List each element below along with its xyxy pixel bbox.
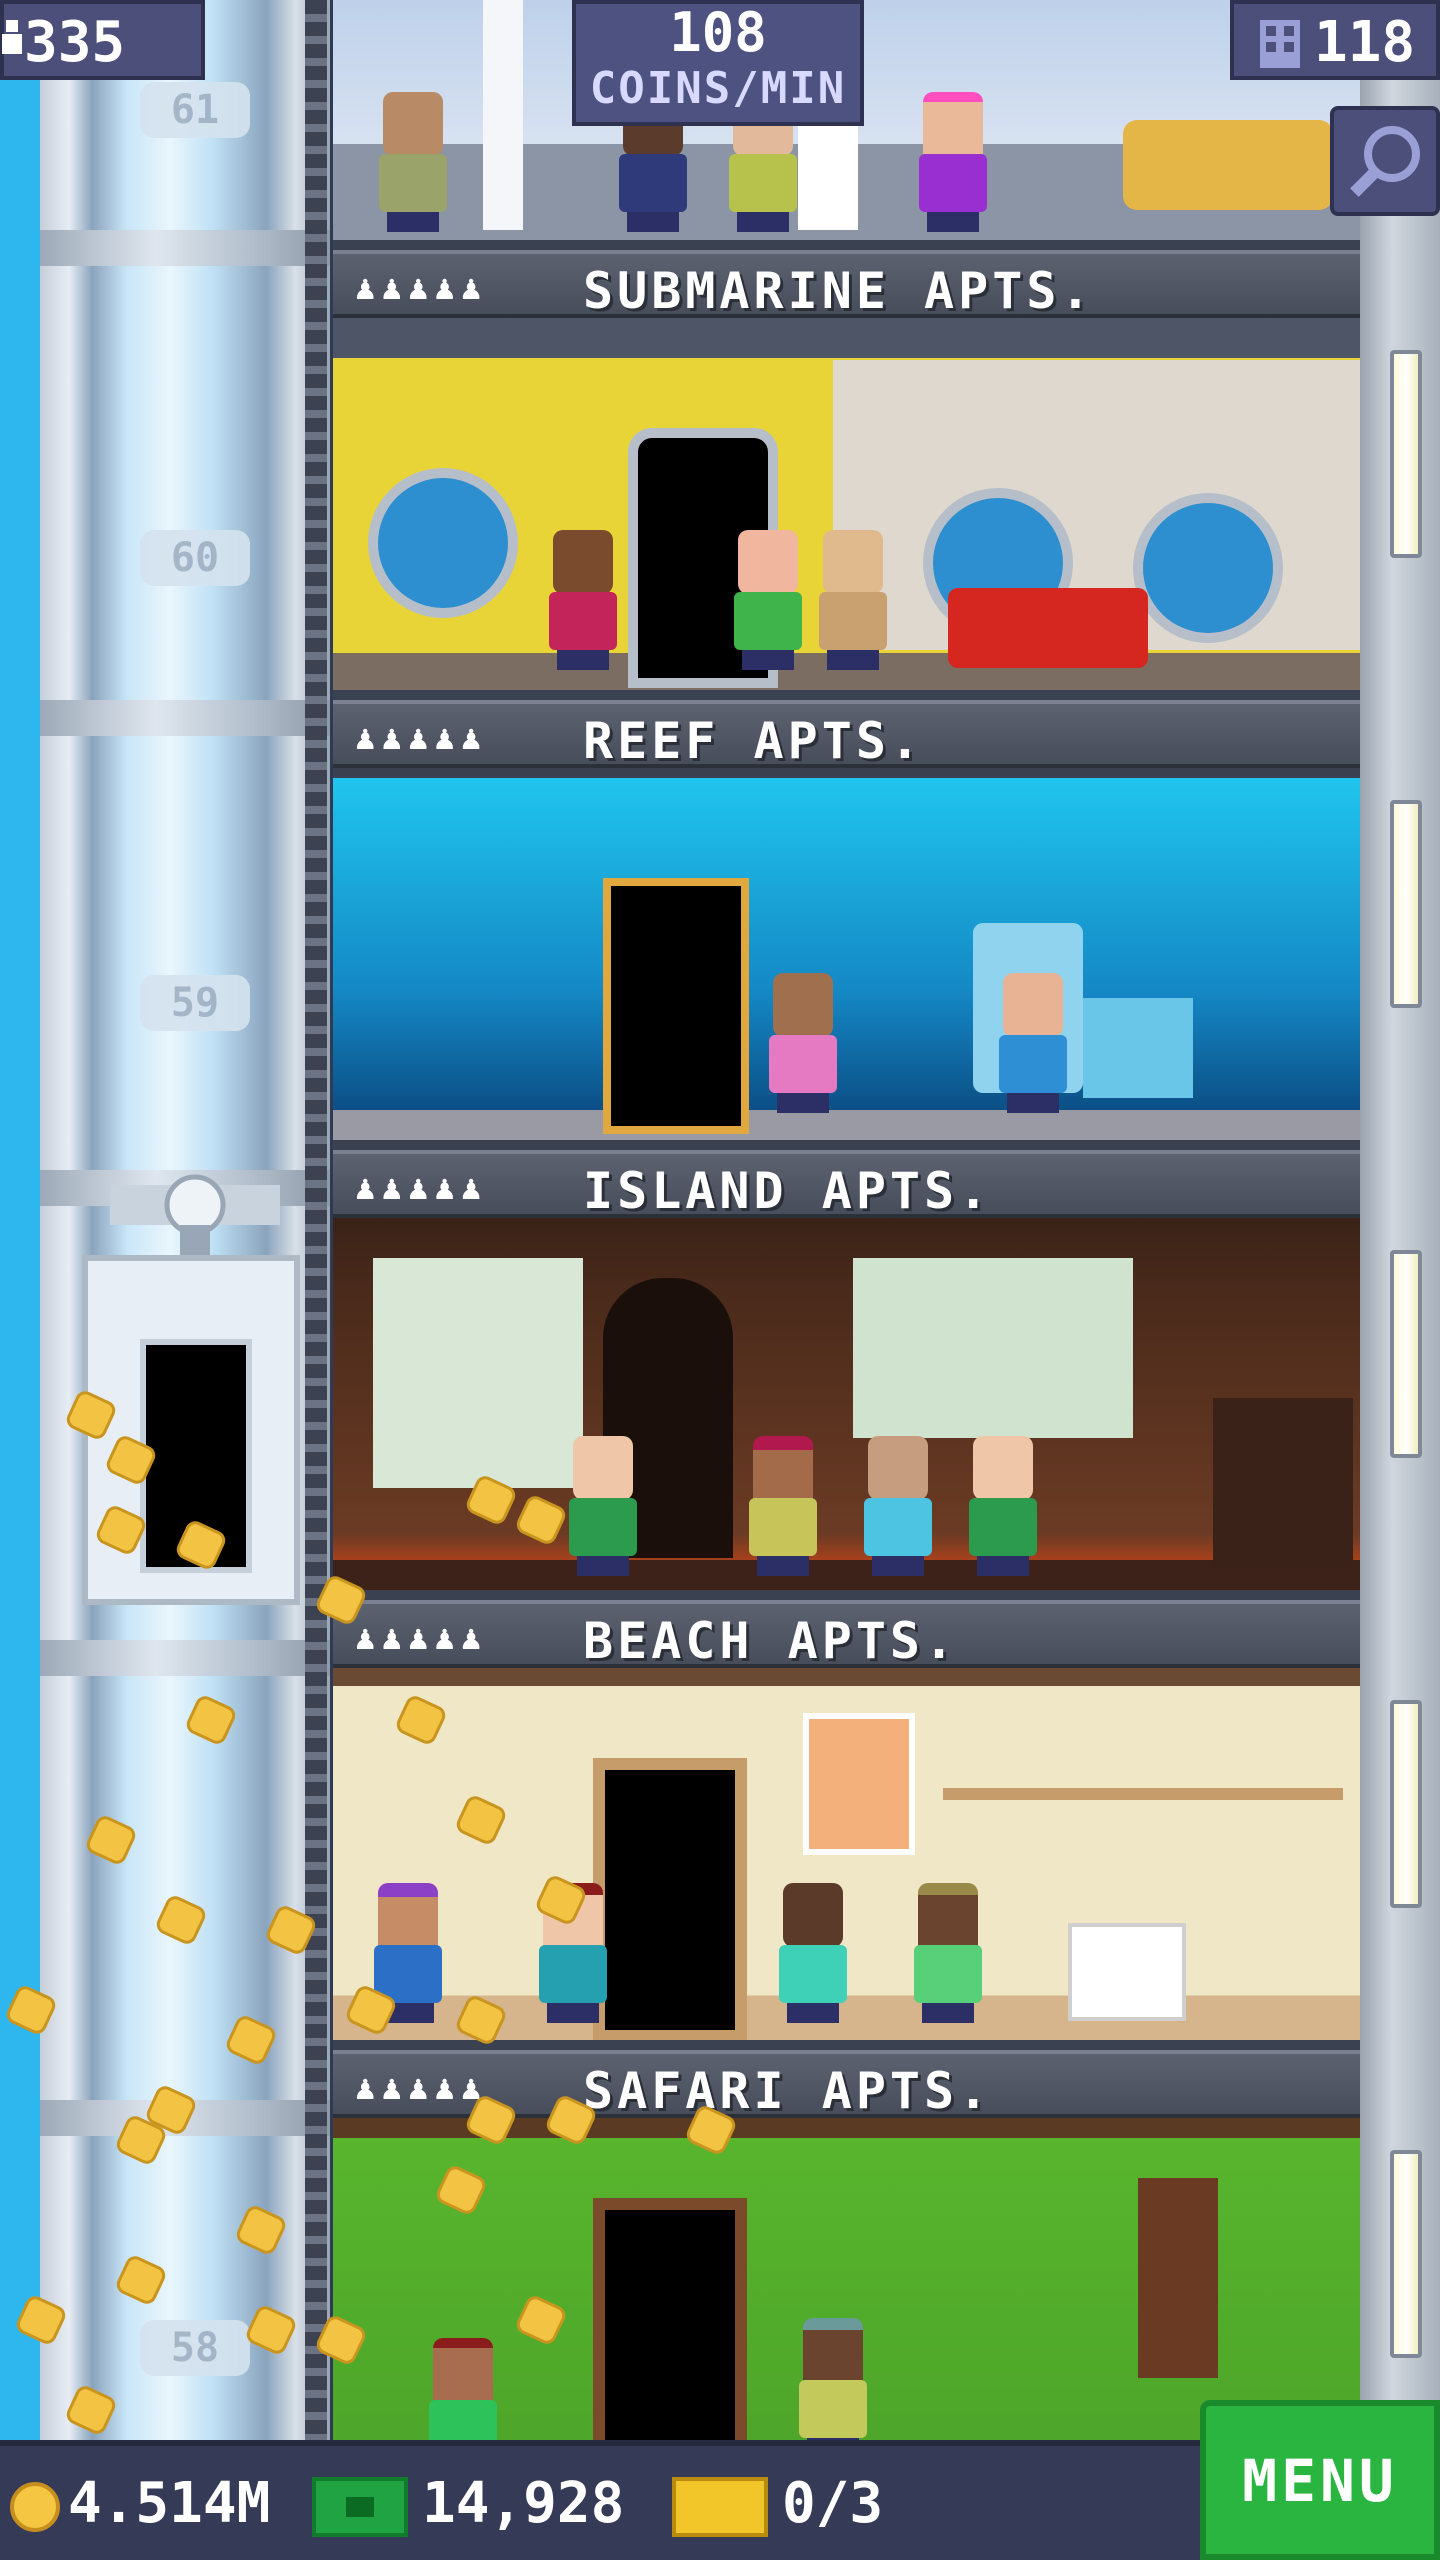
bux-counter[interactable]: 14,928 [312,2464,624,2544]
bitizen[interactable] [813,530,893,670]
floor-label[interactable]: ♟♟♟♟♟ ISLAND APTS. [333,1150,1360,1220]
population-value: 335 [24,10,126,75]
coins-per-min-unit: COINS/MIN [589,63,847,114]
coins-counter[interactable]: 4.514M [10,2464,270,2544]
window-light [1390,2150,1422,2358]
coin-icon [10,2481,60,2532]
rent-pips-icon: ♟♟♟♟♟ [355,1168,488,1208]
window-light [1390,350,1422,558]
floors-value: 118 [1314,10,1416,75]
person-icon [2,20,22,54]
apartment-door[interactable] [593,2198,747,2440]
sofa [1123,120,1333,210]
bitizen[interactable] [743,1436,823,1576]
rent-pips-icon: ♟♟♟♟♟ [355,268,488,308]
bitizen[interactable] [423,2338,503,2440]
floor-name: BEACH APTS. [583,1612,959,1670]
shutter [1138,2178,1218,2378]
bitizen[interactable] [373,92,453,232]
rent-pips-icon: ♟♟♟♟♟ [355,718,488,758]
shaft-band [40,1640,330,1676]
ticket-icon [672,2476,768,2537]
coins-value: 4.514M [68,2471,271,2536]
bitizen[interactable] [793,2318,873,2440]
tower-bux-icon [312,2476,408,2537]
floor-label[interactable]: ♟♟♟♟♟ SUBMARINE APTS. [333,250,1360,320]
sunset-painting [803,1713,915,1855]
search-button[interactable] [1330,106,1440,216]
floor-number: 58 [140,2320,250,2376]
bitizen[interactable] [763,973,843,1113]
apartment-door[interactable] [603,878,749,1134]
floor-beach[interactable] [333,1668,1360,2040]
elevator-pulley-icon [110,1174,280,1255]
floor-label[interactable]: ♟♟♟♟♟ REEF APTS. [333,700,1360,770]
floors-counter[interactable]: 118 [1230,0,1440,80]
bitizen[interactable] [543,530,623,670]
shaft-band [40,700,330,736]
population-counter[interactable]: 335 [0,0,205,80]
rent-pips-icon: ♟♟♟♟♟ [355,1618,488,1658]
bitizen[interactable] [858,1436,938,1576]
floor-label[interactable]: ♟♟♟♟♟ BEACH APTS. [333,1600,1360,1670]
magnify-icon [1350,126,1420,197]
apartment-door[interactable] [593,1758,747,2040]
stove [1083,998,1193,1098]
coins-per-min-value: 108 [669,1,767,64]
window [853,1258,1133,1438]
bitizen[interactable] [563,1436,643,1576]
bitizen[interactable] [908,1883,988,2023]
floor-name: REEF APTS. [583,712,925,770]
building-icon [1260,20,1300,68]
game-screen: 61 60 59 58 ♟♟♟♟♟ SUBMARINE APTS. ♟♟♟♟♟ … [0,0,1440,2560]
cabinet [1213,1398,1353,1568]
bitizen[interactable] [993,973,1073,1113]
floor-safari[interactable] [333,2118,1360,2440]
pillar [483,0,523,230]
coins-per-min-panel[interactable]: 108 COINS/MIN [572,0,864,126]
floor-name: SUBMARINE APTS. [583,262,1095,320]
floor-submarine[interactable] [333,318,1360,690]
bitizen[interactable] [963,1436,1043,1576]
bookcase [1068,1923,1186,2021]
rent-pips-icon: ♟♟♟♟♟ [355,2068,488,2108]
window-light [1390,1250,1422,1458]
elevator-track [305,0,327,2440]
tickets-counter[interactable]: 0/3 [672,2464,883,2544]
tickets-value: 0/3 [782,2471,884,2536]
floor-number: 60 [140,530,250,586]
red-couch [948,588,1148,668]
floor-name: ISLAND APTS. [583,1162,993,1220]
menu-button[interactable]: MENU [1200,2400,1440,2560]
porthole [368,468,518,618]
porthole [1133,493,1283,643]
bitizen[interactable] [913,92,993,232]
wall-shelf [943,1788,1343,1800]
floor-number: 59 [140,975,250,1031]
floor-reef[interactable] [333,768,1360,1140]
window [373,1258,583,1488]
bitizen[interactable] [773,1883,853,2023]
sky-background [0,0,40,2440]
window-light [1390,800,1422,1008]
bitizen[interactable] [728,530,808,670]
floor-number: 61 [140,82,250,138]
floor-island[interactable] [333,1218,1360,1590]
bux-value: 14,928 [422,2471,625,2536]
window-light [1390,1700,1422,1908]
shaft-band [40,230,330,266]
floor-name: SAFARI APTS. [583,2062,993,2120]
